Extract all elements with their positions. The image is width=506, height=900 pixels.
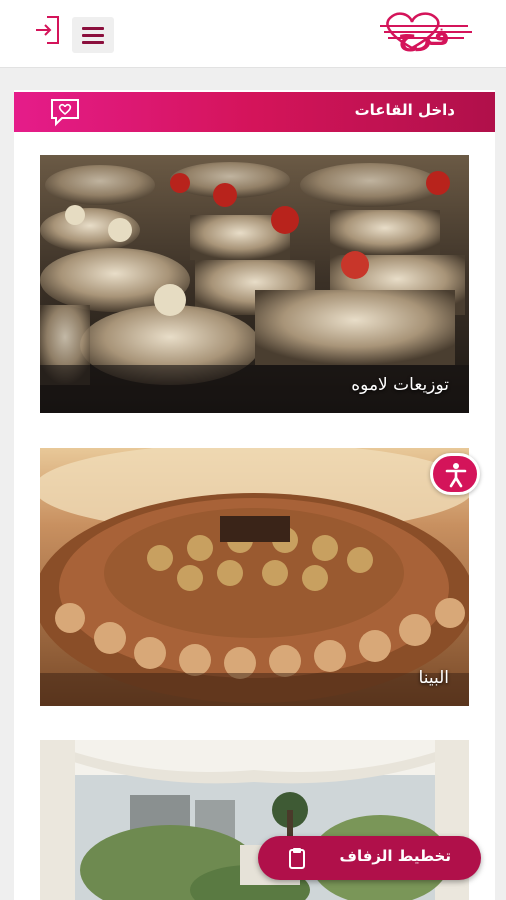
card-label: توزيعات لاموه (351, 375, 449, 395)
wedding-planning-label: تخطيط الزفاف (339, 847, 451, 865)
menu-bar (82, 26, 104, 30)
menu-bar (82, 33, 104, 37)
card-label: البينا (418, 668, 449, 688)
hamburger-menu-button[interactable] (72, 17, 114, 53)
login-icon[interactable] (33, 14, 61, 46)
app-logo[interactable]: فرح (350, 10, 480, 60)
section-title: داخل القاعات (354, 101, 455, 119)
chocolate-platter-photo (40, 448, 469, 706)
accessibility-button[interactable] (430, 453, 480, 495)
accessibility-icon (445, 463, 467, 488)
card-lamoh[interactable]: توزيعات لاموه (40, 155, 469, 413)
logo-text: فرح (398, 22, 450, 52)
chat-heart-icon[interactable] (48, 96, 82, 128)
menu-bar (82, 40, 104, 44)
clipboard-icon (289, 848, 305, 869)
wedding-planning-button[interactable]: تخطيط الزفاف (258, 836, 481, 880)
top-bar: فرح (0, 0, 506, 68)
card-albina[interactable]: البينا (40, 448, 469, 706)
section-header: داخل القاعات (14, 92, 495, 132)
